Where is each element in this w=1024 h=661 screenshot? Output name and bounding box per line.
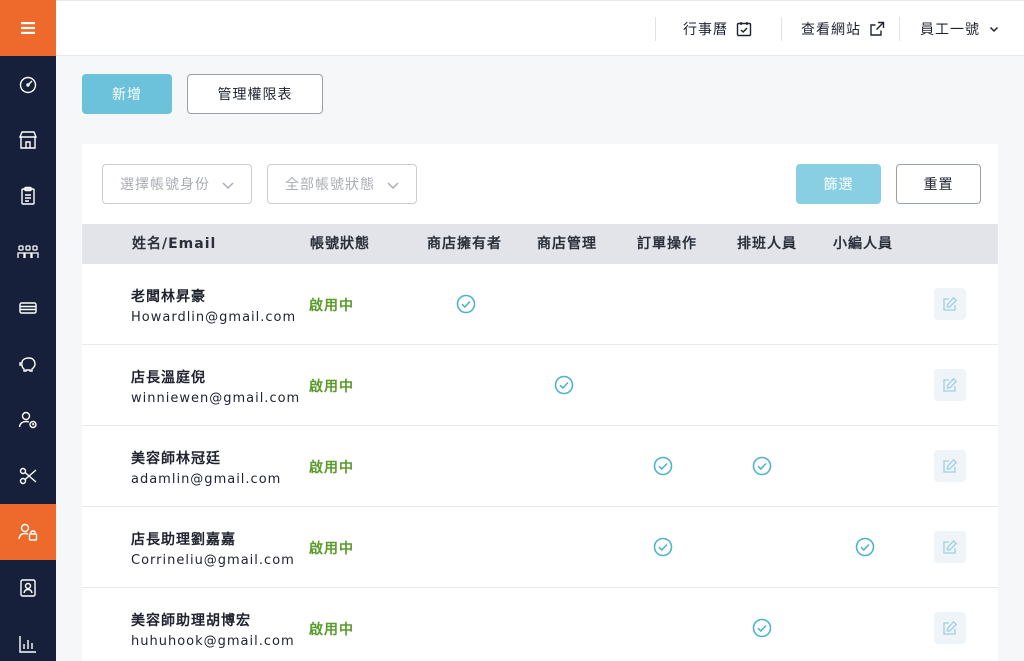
status-badge: 啟用中 — [309, 379, 354, 395]
check-circle-icon — [456, 294, 476, 314]
check-circle-icon — [855, 537, 875, 557]
edit-icon — [943, 458, 958, 473]
edit-icon — [943, 377, 958, 392]
staff-name: 店長溫庭倪 — [131, 370, 206, 386]
table-row: 店長溫庭倪 winniewen@gmail.com 啟用中 — [82, 345, 998, 426]
team-icon — [17, 245, 39, 258]
user-settings-icon — [18, 411, 37, 429]
status-badge: 啟用中 — [309, 298, 354, 314]
chevron-down-icon — [222, 182, 234, 190]
sidebar-item-services[interactable] — [0, 448, 56, 504]
staff-icon — [18, 523, 38, 541]
staff-name: 美容師助理胡博宏 — [131, 613, 251, 629]
table-row: 店長助理劉嘉嘉 Corrineliu@gmail.com 啟用中 — [82, 507, 998, 588]
sidebar-item-team[interactable] — [0, 224, 56, 280]
column-header-status: 帳號狀態 — [310, 236, 370, 252]
edit-icon — [943, 620, 958, 635]
store-icon — [18, 131, 38, 149]
status-badge: 啟用中 — [309, 460, 354, 476]
calendar-label: 行事曆 — [683, 22, 728, 38]
divider — [781, 17, 782, 41]
table-row: 美容師林冠廷 adamlin@gmail.com 啟用中 — [82, 426, 998, 507]
role-select[interactable]: 選擇帳號身份 — [102, 164, 252, 204]
table-header: 姓名/Email 帳號狀態 商店擁有者 商店管理 訂單操作 排班人員 小編人員 — [82, 224, 998, 264]
edit-button[interactable] — [934, 612, 966, 644]
chevron-down-icon — [387, 182, 399, 190]
column-header-manager: 商店管理 — [537, 236, 597, 252]
sidebar-item-savings[interactable] — [0, 336, 56, 392]
piggy-bank-icon — [19, 357, 36, 372]
column-header-orders: 訂單操作 — [637, 236, 697, 252]
status-select[interactable]: 全部帳號狀態 — [267, 164, 417, 204]
sidebar-item-staff[interactable] — [0, 504, 56, 560]
chevron-down-icon — [989, 26, 999, 33]
add-button[interactable]: 新增 — [82, 74, 172, 114]
status-select-placeholder: 全部帳號狀態 — [285, 177, 375, 193]
sidebar-item-reports[interactable] — [0, 616, 56, 661]
table-row: 老闆林昇豪 Howardlin@gmail.com 啟用中 — [82, 264, 998, 345]
staff-email: Corrineliu@gmail.com — [131, 553, 295, 568]
top-bar: 行事曆 查看網站 員工一號 — [56, 0, 1024, 56]
check-circle-icon — [752, 618, 772, 638]
status-badge: 啟用中 — [309, 622, 354, 638]
table-row: 美容師助理胡博宏 huhuhook@gmail.com 啟用中 — [82, 588, 998, 661]
column-header-scheduler: 排班人員 — [737, 236, 797, 252]
column-header-name: 姓名/Email — [132, 236, 217, 252]
staff-email: adamlin@gmail.com — [131, 472, 282, 487]
edit-button[interactable] — [934, 450, 966, 482]
sidebar-item-orders[interactable] — [0, 168, 56, 224]
dashboard-icon — [19, 76, 37, 94]
edit-button[interactable] — [934, 531, 966, 563]
manage-permissions-button[interactable]: 管理權限表 — [187, 74, 323, 114]
role-select-placeholder: 選擇帳號身份 — [120, 177, 210, 193]
bar-chart-icon — [19, 636, 36, 653]
ticket-icon — [19, 302, 37, 314]
calendar-check-icon — [736, 22, 752, 37]
sidebar-item-tickets[interactable] — [0, 280, 56, 336]
staff-table-card: 選擇帳號身份 全部帳號狀態 篩選 重置 姓名/Email 帳號狀態 商店擁有者 … — [82, 144, 998, 661]
edit-icon — [943, 539, 958, 554]
check-circle-icon — [653, 456, 673, 476]
sidebar-item-store[interactable] — [0, 112, 56, 168]
check-circle-icon — [653, 537, 673, 557]
check-circle-icon — [752, 456, 772, 476]
clipboard-icon — [21, 186, 35, 205]
edit-button[interactable] — [934, 369, 966, 401]
filter-button[interactable]: 篩選 — [796, 164, 881, 204]
status-badge: 啟用中 — [309, 541, 354, 557]
staff-email: huhuhook@gmail.com — [131, 634, 295, 649]
contact-book-icon — [20, 579, 36, 597]
edit-button[interactable] — [934, 288, 966, 320]
edit-icon — [943, 296, 958, 311]
scissors-icon — [19, 467, 37, 485]
staff-email: Howardlin@gmail.com — [131, 310, 297, 325]
calendar-link[interactable]: 行事曆 — [683, 17, 752, 41]
staff-name: 美容師林冠廷 — [131, 451, 221, 467]
hamburger-icon — [21, 22, 35, 34]
check-circle-icon — [554, 375, 574, 395]
divider — [899, 17, 900, 41]
sidebar-item-users[interactable] — [0, 392, 56, 448]
staff-email: winniewen@gmail.com — [131, 391, 301, 406]
external-link-icon — [870, 21, 885, 36]
staff-name: 店長助理劉嘉嘉 — [131, 532, 236, 548]
column-header-editor: 小編人員 — [833, 236, 893, 252]
view-site-label: 查看網站 — [801, 22, 861, 38]
reset-button[interactable]: 重置 — [896, 164, 981, 204]
sidebar — [0, 0, 56, 661]
user-name: 員工一號 — [920, 22, 980, 38]
menu-toggle[interactable] — [0, 0, 56, 56]
column-header-owner: 商店擁有者 — [427, 236, 502, 252]
user-menu[interactable]: 員工一號 — [920, 17, 1000, 41]
sidebar-item-dashboard[interactable] — [0, 56, 56, 112]
divider — [655, 17, 656, 41]
sidebar-item-contacts[interactable] — [0, 560, 56, 616]
staff-name: 老闆林昇豪 — [131, 289, 206, 305]
view-site-link[interactable]: 查看網站 — [801, 17, 885, 41]
